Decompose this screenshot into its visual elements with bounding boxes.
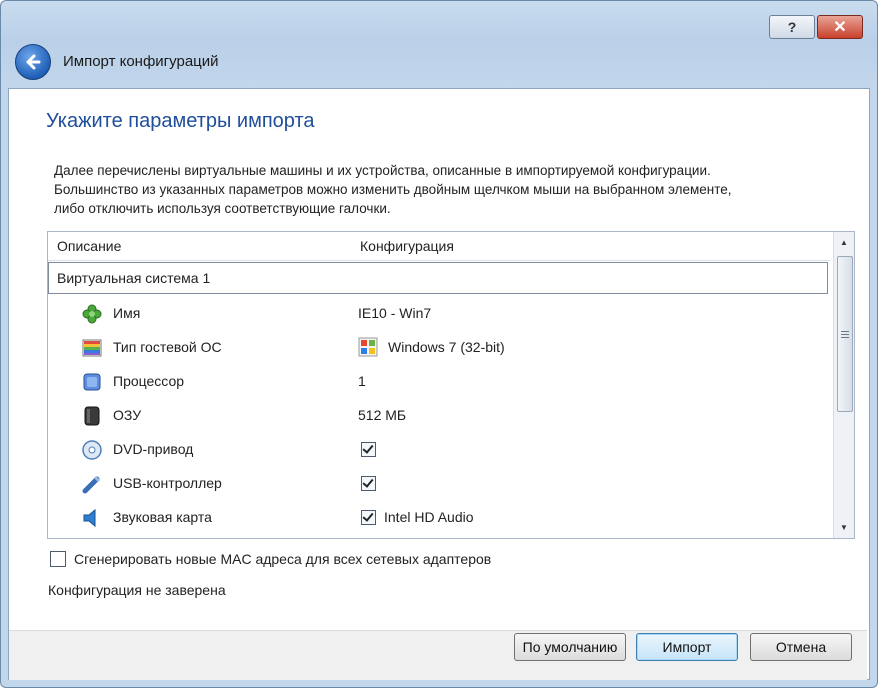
group-label: Виртуальная система 1 xyxy=(57,270,211,286)
description-text: Далее перечислены виртуальные машины и и… xyxy=(54,161,834,218)
dvd-icon xyxy=(81,439,103,461)
row-label: ОЗУ xyxy=(113,407,142,423)
row-value[interactable]: 512 МБ xyxy=(358,407,406,423)
table-row-name[interactable]: Имя IE10 - Win7 xyxy=(48,296,830,330)
usb-enable-checkbox[interactable] xyxy=(361,476,376,494)
ram-icon xyxy=(81,405,103,427)
scrollbar-thumb[interactable] xyxy=(837,256,853,412)
description-line: Далее перечислены виртуальные машины и и… xyxy=(54,163,711,178)
description-line: Большинство из указанных параметров можн… xyxy=(54,182,732,197)
row-label: Процессор xyxy=(113,373,185,389)
row-label: DVD-привод xyxy=(113,441,194,457)
signature-status: Конфигурация не заверена xyxy=(48,582,226,598)
button-bar xyxy=(9,630,867,680)
back-arrow-icon xyxy=(26,54,41,70)
name-icon xyxy=(81,303,103,325)
table-scrollbar[interactable]: ▲ ▼ xyxy=(833,232,854,538)
row-label: Звуковая карта xyxy=(113,509,212,525)
appliance-settings-table[interactable]: Описание Конфигурация Виртуальная систем… xyxy=(47,231,855,539)
virtual-system-group-row[interactable]: Виртуальная система 1 xyxy=(48,262,828,294)
row-value[interactable]: Intel HD Audio xyxy=(384,509,474,525)
import-button[interactable]: Импорт xyxy=(636,633,738,661)
mac-checkbox[interactable] xyxy=(50,551,66,567)
table-row-sound-card[interactable]: Звуковая карта Intel HD Audio xyxy=(48,500,830,534)
usb-icon xyxy=(81,473,103,495)
row-label: USB-контроллер xyxy=(113,475,222,491)
scroll-down-arrow-icon[interactable]: ▼ xyxy=(840,523,848,532)
back-button[interactable] xyxy=(15,44,51,80)
table-row-os-type[interactable]: Тип гостевой ОС Windows 7 (32-bit) xyxy=(48,330,830,364)
sound-enable-checkbox[interactable] xyxy=(361,510,376,528)
help-button[interactable]: ? xyxy=(769,15,815,39)
row-value[interactable]: 1 xyxy=(358,373,366,389)
table-header: Описание Конфигурация xyxy=(48,232,830,261)
column-header-configuration[interactable]: Конфигурация xyxy=(360,238,454,254)
scroll-up-arrow-icon[interactable]: ▲ xyxy=(840,238,848,247)
column-header-description[interactable]: Описание xyxy=(57,238,121,254)
description-line: либо отключить используя соответствующие… xyxy=(54,201,391,216)
mac-option[interactable]: Сгенерировать новые MAC адреса для всех … xyxy=(50,551,491,567)
table-row-dvd[interactable]: DVD-привод xyxy=(48,432,830,466)
row-label: Тип гостевой ОС xyxy=(113,339,222,355)
title-bar-buttons: ? ✕ xyxy=(769,15,863,39)
scrollbar-grip-icon xyxy=(841,329,849,340)
table-row-ram[interactable]: ОЗУ 512 МБ xyxy=(48,398,830,432)
table-row-cpu[interactable]: Процессор 1 xyxy=(48,364,830,398)
defaults-button[interactable]: По умолчанию xyxy=(514,633,626,661)
table-row-usb[interactable]: USB-контроллер xyxy=(48,466,830,500)
window-title: Импорт конфигураций xyxy=(63,53,219,70)
windows-logo-icon xyxy=(358,337,378,360)
page-heading: Укажите параметры импорта xyxy=(46,110,315,132)
close-button[interactable]: ✕ xyxy=(817,15,863,39)
sound-card-icon xyxy=(81,507,103,529)
dvd-enable-checkbox[interactable] xyxy=(361,442,376,460)
mac-label[interactable]: Сгенерировать новые MAC адреса для всех … xyxy=(74,551,491,567)
row-value[interactable]: IE10 - Win7 xyxy=(358,305,431,321)
cpu-icon xyxy=(81,371,103,393)
row-label: Имя xyxy=(113,305,141,321)
os-type-icon xyxy=(81,337,103,359)
cancel-button[interactable]: Отмена xyxy=(750,633,852,661)
row-value[interactable]: Windows 7 (32-bit) xyxy=(388,339,505,355)
